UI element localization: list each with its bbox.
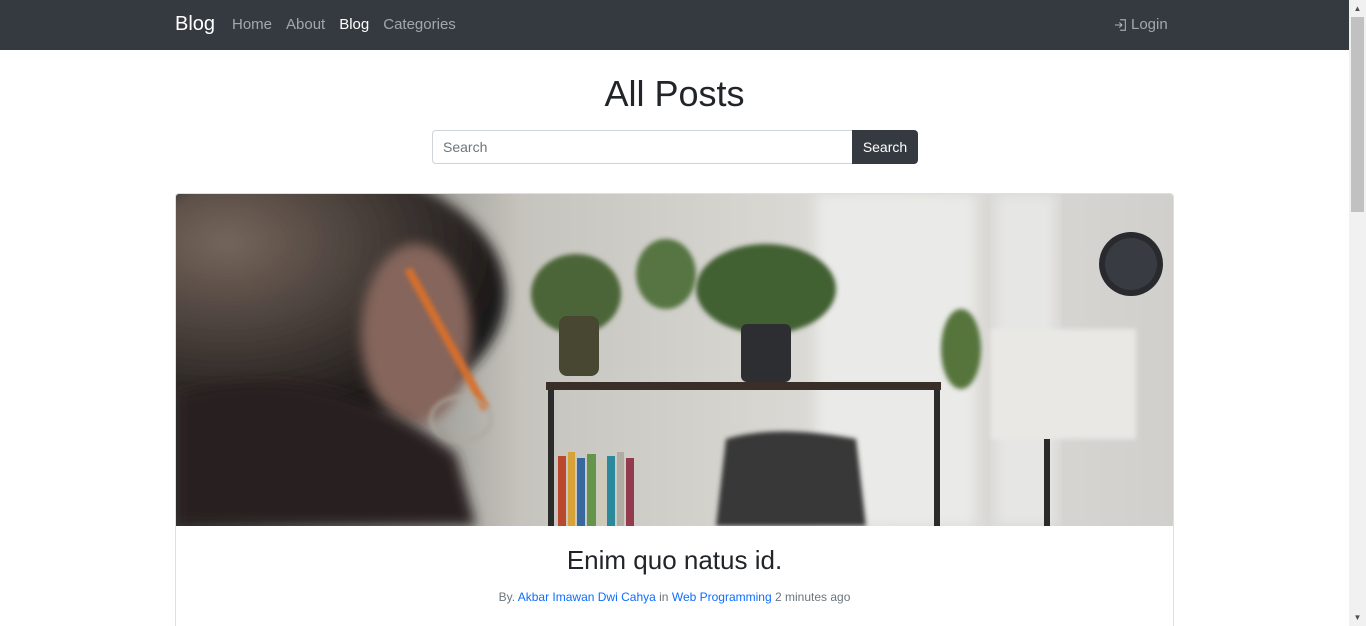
post-in-word: in — [659, 590, 669, 604]
post-category-link[interactable]: Web Programming — [672, 590, 772, 604]
post-image[interactable] — [176, 194, 1173, 526]
search-form: Search — [432, 130, 918, 164]
search-button[interactable]: Search — [852, 130, 918, 164]
login-link[interactable]: Login — [1114, 16, 1168, 33]
page-title: All Posts — [604, 73, 745, 114]
nav-link-blog[interactable]: Blog — [339, 16, 369, 33]
search-input[interactable] — [432, 130, 852, 164]
nav-links: Home About Blog Categories — [232, 16, 470, 33]
page-scrollbar[interactable]: ▲ ▼ — [1349, 0, 1366, 626]
navbar: Blog Home About Blog Categories Login — [0, 0, 1349, 50]
login-icon — [1114, 18, 1126, 31]
post-time: 2 minutes ago — [775, 590, 851, 604]
post-meta: By. Akbar Imawan Dwi Cahya in Web Progra… — [176, 590, 1173, 604]
scroll-down-arrow-icon[interactable]: ▼ — [1349, 609, 1366, 626]
post-author-link[interactable]: Akbar Imawan Dwi Cahya — [518, 590, 656, 604]
scroll-thumb[interactable] — [1351, 17, 1364, 212]
nav-link-home[interactable]: Home — [232, 16, 272, 33]
post-by-prefix: By. — [498, 590, 516, 604]
post-card: Enim quo natus id. By. Akbar Imawan Dwi … — [175, 193, 1174, 626]
login-label: Login — [1131, 16, 1168, 33]
post-title[interactable]: Enim quo natus id. — [176, 545, 1173, 576]
brand-link[interactable]: Blog — [175, 13, 215, 36]
nav-link-categories[interactable]: Categories — [383, 16, 456, 33]
scroll-up-arrow-icon[interactable]: ▲ — [1349, 0, 1366, 17]
nav-link-about[interactable]: About — [286, 16, 325, 33]
